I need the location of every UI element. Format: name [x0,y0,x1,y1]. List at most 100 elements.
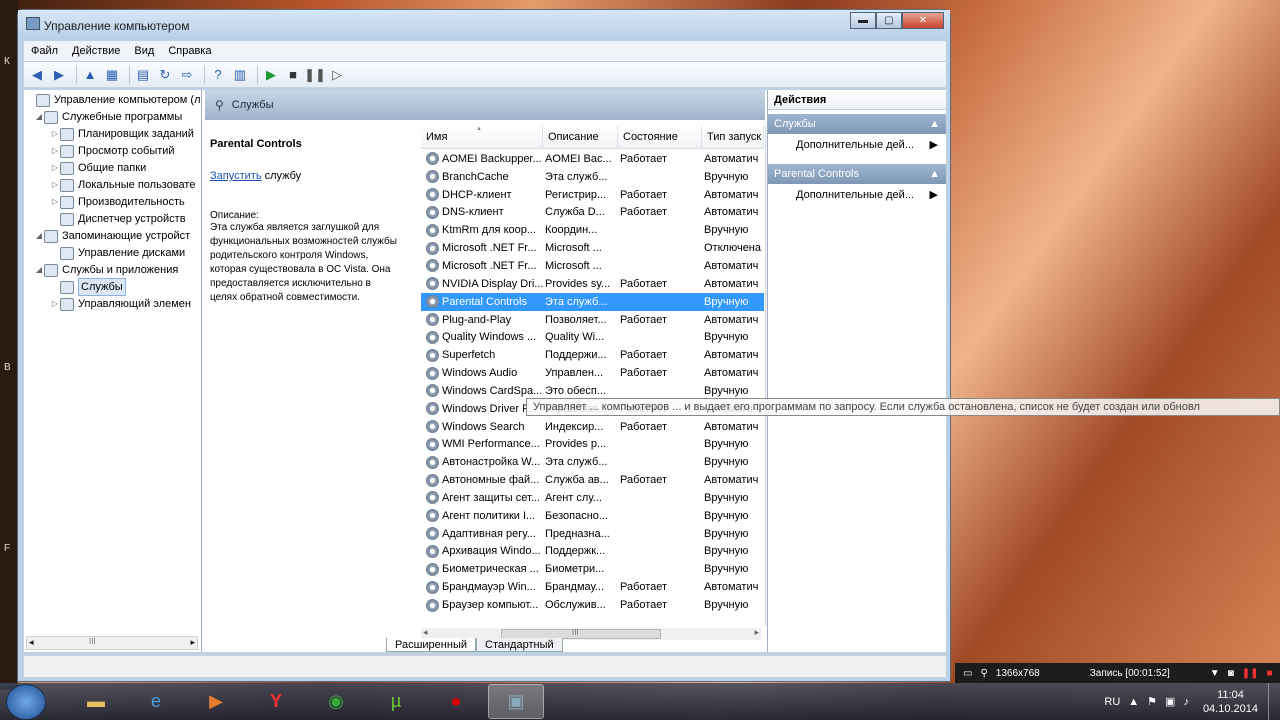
computer-management-taskbar-icon[interactable]: ▣ [488,684,544,719]
tree-item-wmi-control[interactable]: ▷ Управляющий элемен [50,296,191,312]
tab-extended[interactable]: Расширенный [386,638,476,652]
scroll-right-icon[interactable]: ▸ [190,637,195,648]
show-desktop-button[interactable] [1268,683,1280,720]
scroll-left-icon[interactable]: ◂ [423,627,428,638]
up-folder-icon[interactable]: ▲ [81,66,99,84]
collapse-icon[interactable]: ▲ [929,164,940,184]
properties-icon[interactable]: ▤ [134,66,152,84]
tree-item-services-apps[interactable]: ◢ Службы и приложения [34,262,178,278]
column-description[interactable]: Описание [543,126,618,149]
forward-icon[interactable]: ▶ [50,66,68,84]
table-row[interactable]: Superfetch Поддержи... Работает Автоматич [421,346,764,364]
table-row[interactable]: Автономные фай... Служба ав... Работает Авт… [421,471,764,489]
help-icon[interactable]: ? [209,66,227,84]
table-row[interactable]: Агент защиты сет... Агент слу... Вручную [421,489,764,507]
column-status[interactable]: Состояние [618,126,702,149]
column-startup-type[interactable]: Тип запуск [702,126,764,149]
table-row[interactable]: Microsoft .NET Fr... Microsoft ... Отключе… [421,239,764,257]
show-hide-tree-icon[interactable]: ▦ [103,66,121,84]
table-row[interactable]: AOMEI Backupper... AOMEI Bac... Работает Ав… [421,150,764,168]
collapse-icon[interactable]: ▲ [929,114,940,134]
table-row[interactable]: Quality Windows ... Quality Wi... Вручную [421,328,764,346]
tree-item-device-manager[interactable]: Диспетчер устройств [50,211,186,227]
title-bar[interactable]: Управление компьютером ▬ ▢ ✕ [18,10,950,38]
actions-section-services[interactable]: Службы ▲ [768,114,946,134]
tree-horizontal-scrollbar[interactable]: ◂ III ▸ [26,636,198,650]
zoom-icon[interactable]: ⚲ [980,668,987,679]
tree-item-local-users[interactable]: ▷ Локальные пользовате [50,177,195,193]
table-row[interactable]: KtmRm для коор... Координ... Вручную [421,221,764,239]
action-center-icon[interactable]: ⚑ [1147,695,1157,708]
table-row[interactable]: WMI Performance... Provides p... Вручную [421,436,764,454]
volume-icon[interactable]: ♪ [1183,696,1189,708]
start-button[interactable] [6,683,46,720]
expander-icon[interactable]: ▷ [50,126,60,142]
tree-item-services[interactable]: Службы [50,278,126,296]
clock[interactable]: 11:04 04.10.2014 [1203,688,1258,716]
expander-icon[interactable]: ◢ [34,228,44,244]
menu-help[interactable]: Справка [161,45,218,57]
expander-icon[interactable]: ▷ [50,160,60,176]
table-row[interactable]: Microsoft .NET Fr... Microsoft ... Автомат… [421,257,764,275]
tree-item-performance[interactable]: ▷ Производительность [50,194,185,210]
table-row[interactable]: Браузер компьют... Обслужив... Работает Вру… [421,596,764,614]
back-icon[interactable]: ◀ [28,66,46,84]
scroll-left-icon[interactable]: ◂ [29,637,34,648]
start-service-link[interactable]: Запустить [210,170,262,182]
expander-icon[interactable]: ▷ [50,177,60,193]
scroll-grip-icon[interactable]: III [89,637,96,646]
table-row[interactable]: DHCP-клиент Регистрир... Работает Автоматич [421,186,764,204]
tree-item-disk-management[interactable]: Управление дисками [50,245,185,261]
actions-more-parental-controls[interactable]: Дополнительные дей... ▶ [768,184,946,206]
monitor-icon[interactable]: ▭ [963,668,972,679]
table-row[interactable]: Архивация Windo... Поддержк... Вручную [421,543,764,561]
show-action-pane-icon[interactable]: ▥ [231,66,249,84]
pause-icon[interactable]: ❚❚ [1242,668,1259,679]
maximize-button[interactable]: ▢ [876,12,902,29]
menu-file[interactable]: Файл [24,45,65,57]
table-row[interactable]: Биометрическая ... Биометри... Вручную [421,560,764,578]
expander-icon[interactable]: ▷ [50,143,60,159]
tree-item-system-tools[interactable]: ◢ Служебные программы [34,109,182,125]
chrome-icon[interactable]: ◉ [308,684,364,719]
minimize-button[interactable]: ▬ [850,12,876,29]
internet-explorer-icon[interactable]: e [128,684,184,719]
stop-icon[interactable]: ■ [1267,668,1273,679]
table-row[interactable]: Parental Controls Эта служб... Вручную [421,292,764,311]
table-row[interactable]: DNS-клиент Служба D... Работает Автоматич [421,204,764,222]
table-row[interactable]: Автонастройка W... Эта служб... Вручную [421,453,764,471]
stop-service-icon[interactable]: ■ [284,66,302,84]
tree-item-root[interactable]: Управление компьютером (л [26,92,201,108]
explorer-icon[interactable]: ▬ [68,684,124,719]
export-list-icon[interactable]: ⇨ [178,66,196,84]
language-indicator[interactable]: RU [1104,696,1120,708]
media-player-icon[interactable]: ▶ [188,684,244,719]
close-button[interactable]: ✕ [902,12,944,29]
table-row[interactable]: NVIDIA Display Dri... Provides sy... Работ… [421,275,764,293]
refresh-icon[interactable]: ↻ [156,66,174,84]
expander-icon[interactable]: ▷ [50,296,60,312]
expander-icon[interactable]: ◢ [34,109,44,125]
actions-section-parental-controls[interactable]: Parental Controls ▲ [768,164,946,184]
start-service-icon[interactable]: ▶ [262,66,280,84]
restart-service-icon[interactable]: ▷ [328,66,346,84]
table-row[interactable]: Агент политики I... Безопасно... Вручную [421,507,764,525]
show-hidden-icons-icon[interactable]: ▲ [1128,696,1139,708]
tab-standard[interactable]: Стандартный [476,638,563,652]
actions-more-services[interactable]: Дополнительные дей... ▶ [768,134,946,156]
tree-item-task-scheduler[interactable]: ▷ Планировщик заданий [50,126,194,142]
tree-item-storage[interactable]: ◢ Запоминающие устройст [34,228,190,244]
camera-icon[interactable]: ◙ [1228,668,1234,679]
yandex-browser-icon[interactable]: Y [248,684,304,719]
scroll-right-icon[interactable]: ▸ [754,627,759,638]
table-row[interactable]: Адаптивная регу... Предназна... Вручную [421,525,764,543]
table-row[interactable]: Брандмауэр Win... Брандмау... Работает Авто… [421,578,764,596]
expander-icon[interactable]: ▷ [50,194,60,210]
expander-icon[interactable]: ◢ [34,262,44,278]
table-row[interactable]: Windows Audio Управлен... Работает Автомати… [421,364,764,382]
menu-view[interactable]: Вид [127,45,161,57]
tree-item-shared-folders[interactable]: ▷ Общие папки [50,160,146,176]
column-name[interactable]: Имя ▲ [421,126,543,149]
menu-action[interactable]: Действие [65,45,127,57]
table-row[interactable]: Windows Search Индексир... Работает Автомат… [421,418,764,436]
